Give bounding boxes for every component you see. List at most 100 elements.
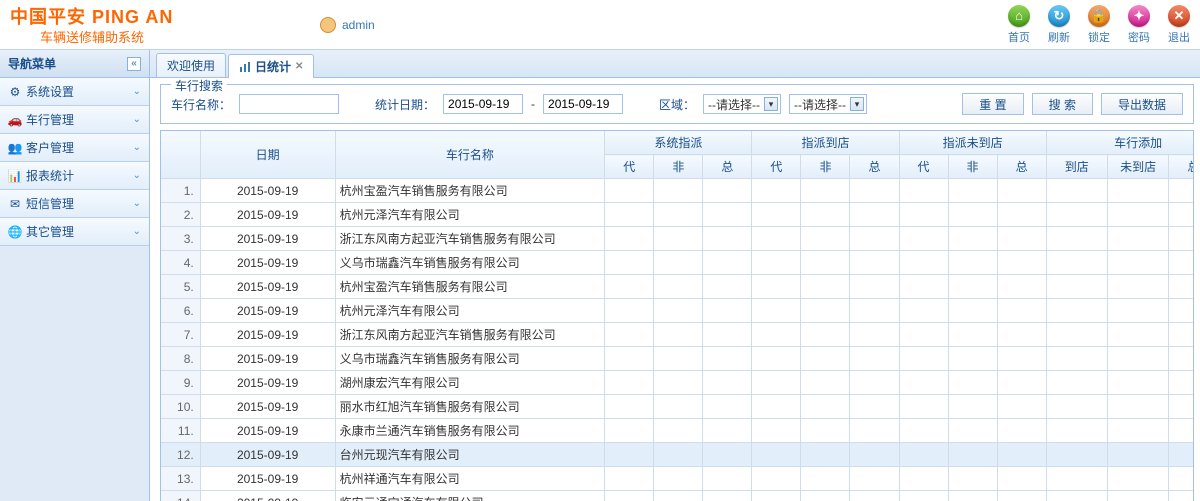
table-row[interactable]: 4.2015-09-19义乌市瑞鑫汽车销售服务有限公司	[161, 251, 1194, 275]
cell-dealer-name: 浙江东风南方起亚汽车销售服务有限公司	[335, 227, 605, 251]
cell-data	[899, 179, 948, 203]
table-row[interactable]: 1.2015-09-19杭州宝盈汽车销售服务有限公司	[161, 179, 1194, 203]
cell-data	[605, 251, 654, 275]
cell-data	[899, 299, 948, 323]
cell-data	[899, 275, 948, 299]
cell-data	[752, 251, 801, 275]
password-button[interactable]: ✦ 密码	[1128, 5, 1150, 45]
tab-daily-stats[interactable]: 日统计 ✕	[228, 54, 314, 78]
tab-welcome[interactable]: 欢迎使用	[156, 53, 226, 77]
cell-data	[654, 299, 703, 323]
home-button[interactable]: ⌂ 首页	[1008, 5, 1030, 45]
region-select-1[interactable]: --请选择-- ▾	[703, 94, 781, 114]
col-date[interactable]: 日期	[200, 131, 335, 179]
cell-data	[1046, 443, 1107, 467]
refresh-button[interactable]: ↻ 刷新	[1048, 5, 1070, 45]
cell-data	[801, 275, 850, 299]
col-g3-dai[interactable]: 代	[899, 155, 948, 179]
sidebar-item-3[interactable]: 📊报表统计⌄	[0, 162, 149, 190]
table-row[interactable]: 2.2015-09-19杭州元泽汽车有限公司	[161, 203, 1194, 227]
col-g2-fei[interactable]: 非	[801, 155, 850, 179]
col-g1-dai[interactable]: 代	[605, 155, 654, 179]
col-g1-zong[interactable]: 总	[703, 155, 752, 179]
dealer-name-input[interactable]	[239, 94, 339, 114]
cell-data	[752, 347, 801, 371]
region-select-2[interactable]: --请选择-- ▾	[789, 94, 867, 114]
table-row[interactable]: 8.2015-09-19义乌市瑞鑫汽车销售服务有限公司	[161, 347, 1194, 371]
cell-data	[899, 491, 948, 501]
cell-data	[997, 299, 1046, 323]
cell-data	[1046, 323, 1107, 347]
sidebar-collapse-button[interactable]: «	[127, 57, 141, 71]
colgroup-sys-dispatch: 系统指派	[605, 131, 752, 155]
export-button[interactable]: 导出数据	[1101, 93, 1183, 115]
cell-data	[1169, 179, 1194, 203]
cell-data	[752, 395, 801, 419]
cell-data	[899, 227, 948, 251]
cell-data	[605, 179, 654, 203]
cell-data	[1046, 491, 1107, 501]
cell-data	[1107, 299, 1168, 323]
dealer-name-label: 车行名称：	[171, 96, 231, 113]
chevron-down-icon: ⌄	[133, 226, 141, 237]
col-dealer[interactable]: 车行名称	[335, 131, 605, 179]
cell-data	[801, 443, 850, 467]
col-g4-zongshu[interactable]: 总数	[1169, 155, 1194, 179]
date-from-input[interactable]	[443, 94, 523, 114]
cell-data	[997, 323, 1046, 347]
col-g3-zong[interactable]: 总	[997, 155, 1046, 179]
date-to-input[interactable]	[543, 94, 623, 114]
search-button[interactable]: 搜 索	[1032, 93, 1093, 115]
col-g2-dai[interactable]: 代	[752, 155, 801, 179]
cell-data	[899, 467, 948, 491]
cell-data	[899, 371, 948, 395]
table-row[interactable]: 6.2015-09-19杭州元泽汽车有限公司	[161, 299, 1194, 323]
col-g2-zong[interactable]: 总	[850, 155, 899, 179]
cell-data	[703, 347, 752, 371]
table-row[interactable]: 7.2015-09-19浙江东风南方起亚汽车销售服务有限公司	[161, 323, 1194, 347]
tab-close-button[interactable]: ✕	[295, 61, 303, 72]
cell-data	[752, 491, 801, 501]
exit-button[interactable]: ✕ 退出	[1168, 5, 1190, 45]
cell-data	[1046, 395, 1107, 419]
col-g1-fei[interactable]: 非	[654, 155, 703, 179]
cell-data	[801, 419, 850, 443]
reset-button[interactable]: 重 置	[962, 93, 1023, 115]
cell-data	[1169, 251, 1194, 275]
table-row[interactable]: 9.2015-09-19湖州康宏汽车有限公司	[161, 371, 1194, 395]
sidebar-item-icon: 🌐	[8, 225, 22, 239]
sidebar-item-icon: ⚙	[8, 85, 22, 99]
sidebar-item-2[interactable]: 👥客户管理⌄	[0, 134, 149, 162]
cell-data	[948, 395, 997, 419]
table-row[interactable]: 12.2015-09-19台州元现汽车有限公司	[161, 443, 1194, 467]
cell-data	[605, 371, 654, 395]
cell-data	[997, 347, 1046, 371]
chevron-down-icon: ⌄	[133, 198, 141, 209]
table-row[interactable]: 14.2015-09-19临安元通宝通汽车有限公司	[161, 491, 1194, 501]
col-g3-fei[interactable]: 非	[948, 155, 997, 179]
lock-button[interactable]: 🔒 锁定	[1088, 5, 1110, 45]
cell-dealer-name: 丽水市红旭汽车销售服务有限公司	[335, 395, 605, 419]
table-row[interactable]: 10.2015-09-19丽水市红旭汽车销售服务有限公司	[161, 395, 1194, 419]
cell-data	[899, 323, 948, 347]
table-row[interactable]: 5.2015-09-19杭州宝盈汽车销售服务有限公司	[161, 275, 1194, 299]
table-row[interactable]: 3.2015-09-19浙江东风南方起亚汽车销售服务有限公司	[161, 227, 1194, 251]
table-row[interactable]: 13.2015-09-19杭州祥通汽车有限公司	[161, 467, 1194, 491]
cell-data	[1046, 467, 1107, 491]
cell-data	[703, 227, 752, 251]
cell-data	[801, 251, 850, 275]
refresh-button-label: 刷新	[1048, 29, 1070, 45]
sidebar-item-5[interactable]: 🌐其它管理⌄	[0, 218, 149, 246]
cell-data	[703, 203, 752, 227]
table-row[interactable]: 11.2015-09-19永康市兰通汽车销售服务有限公司	[161, 419, 1194, 443]
stat-date-label: 统计日期：	[375, 96, 435, 113]
col-g4-weidaodian[interactable]: 未到店	[1107, 155, 1168, 179]
sidebar-item-4[interactable]: ✉短信管理⌄	[0, 190, 149, 218]
cell-data	[605, 419, 654, 443]
sidebar-item-0[interactable]: ⚙系统设置⌄	[0, 78, 149, 106]
cell-data	[997, 275, 1046, 299]
sidebar-item-icon: 👥	[8, 141, 22, 155]
sidebar-item-1[interactable]: 🚗车行管理⌄	[0, 106, 149, 134]
col-g4-daodian[interactable]: 到店	[1046, 155, 1107, 179]
cell-data	[703, 251, 752, 275]
